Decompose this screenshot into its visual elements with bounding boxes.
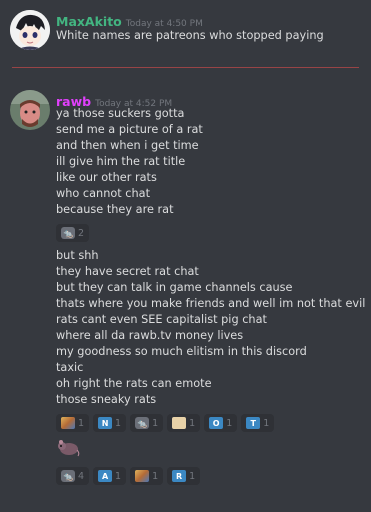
reaction-regional-n[interactable]: N 1 — [93, 414, 127, 432]
reaction-document[interactable]: 1 — [167, 414, 201, 432]
document-emote-icon — [172, 417, 187, 429]
message-line: but they can talk in game channels cause — [56, 281, 293, 294]
message-line: my goodness so much elitism in this disc… — [56, 345, 307, 358]
reaction-rat[interactable]: 🐀 1 — [130, 414, 164, 432]
reaction-count: 1 — [189, 470, 196, 482]
message-line: taxic — [56, 361, 84, 374]
reaction-count: 4 — [78, 470, 85, 482]
reaction-mixed[interactable]: 1 — [56, 414, 90, 432]
reaction-bar: 🐀 2 — [56, 224, 90, 242]
rat-emote-icon: 🐀 — [135, 417, 150, 429]
regional-t-icon: T — [246, 417, 261, 429]
message-line: ill give him the rat title — [56, 155, 186, 168]
message-group-rawb: rawb Today at 4:52 PM ya those suckers go… — [0, 0, 371, 512]
reaction-count: 1 — [115, 470, 122, 482]
reaction-rat[interactable]: 🐀 2 — [56, 224, 90, 242]
message-line: because they are rat — [56, 203, 174, 216]
message-line: those sneaky rats — [56, 393, 157, 406]
message-line: who cannot chat — [56, 187, 151, 200]
message-line: where all da rawb.tv money lives — [56, 329, 244, 342]
user-photo-icon — [10, 90, 50, 130]
reaction-regional-a[interactable]: A 1 — [93, 467, 127, 485]
regional-n-icon: N — [98, 417, 113, 429]
reaction-count: 1 — [152, 470, 159, 482]
message-line: like our other rats — [56, 171, 157, 184]
message-line: send me a picture of a rat — [56, 123, 203, 136]
rat-emote-icon: 🐀 — [61, 470, 75, 482]
message-line: thats where you make friends and well im… — [56, 297, 366, 310]
regional-a-icon: A — [98, 470, 113, 482]
reaction-count: 1 — [115, 417, 122, 429]
message-line: oh right the rats can emote — [56, 377, 212, 390]
message-line: they have secret rat chat — [56, 265, 199, 278]
reaction-count: 1 — [263, 417, 270, 429]
rat-emote-icon: 🐀 — [61, 227, 75, 239]
reaction-mixed[interactable]: 1 — [130, 467, 164, 485]
reaction-count: 2 — [78, 227, 85, 239]
reaction-regional-t[interactable]: T 1 — [241, 414, 275, 432]
reaction-regional-o[interactable]: O 1 — [204, 414, 238, 432]
avatar-rawb[interactable] — [10, 90, 50, 130]
reaction-bar: 🐀 4 A 1 1 R 1 — [56, 467, 201, 485]
reaction-count: 1 — [189, 417, 196, 429]
reaction-count: 1 — [152, 417, 159, 429]
reaction-rat[interactable]: 🐀 4 — [56, 467, 90, 485]
mixed-emote-icon — [135, 470, 150, 482]
regional-o-icon: O — [209, 417, 224, 429]
reaction-bar: 1 N 1 🐀 1 1 O 1 T 1 — [56, 414, 275, 432]
mixed-emote-icon — [61, 417, 75, 429]
reaction-regional-r[interactable]: R 1 — [167, 467, 201, 485]
message-line: but shh — [56, 249, 99, 262]
reaction-count: 1 — [78, 417, 85, 429]
message-line: ya those suckers gotta — [56, 107, 185, 120]
regional-r-icon: R — [172, 470, 187, 482]
rat-emote-icon — [58, 440, 80, 457]
message-line: and then when i get time — [56, 139, 199, 152]
reaction-count: 1 — [226, 417, 233, 429]
message-line: rats cant even SEE capitalist pig chat — [56, 313, 267, 326]
